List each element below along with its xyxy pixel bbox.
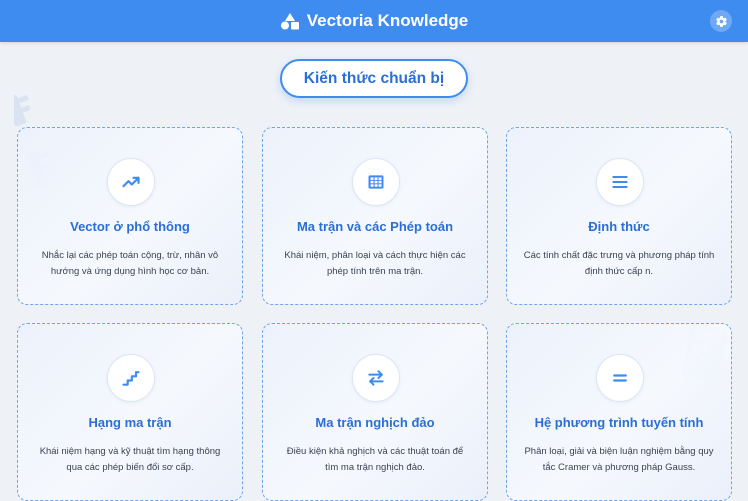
stairs-icon [122,371,140,386]
card-description: Khái niệm, phân loại và cách thực hiện c… [284,250,466,277]
card-icon-circle [107,354,155,402]
card-title: Hạng ma trận [88,415,172,430]
card-icon-circle [596,354,644,402]
card-description: Phân loại, giải và biện luận nghiệm bằng… [524,446,714,473]
card-icon-circle [352,158,400,206]
grid-icon [368,175,384,189]
shapes-icon [280,13,299,30]
card-icon-circle [596,158,644,206]
card-title: Định thức [588,219,650,234]
card-description: Nhắc lại các phép toán cộng, trừ, nhân v… [41,250,219,277]
trending-up-icon [122,176,140,188]
card-icon-circle [107,158,155,206]
card-description: Điều kiện khả nghịch và các thuật toán đ… [286,446,464,473]
lines-icon [612,176,628,188]
card-vector-basics[interactable]: Vector ở phổ thông Nhắc lại các phép toá… [17,127,243,305]
card-determinant[interactable]: Định thức Các tính chất đặc trưng và phư… [506,127,732,305]
card-title: Ma trận nghịch đảo [315,415,435,430]
brand[interactable]: Vectoria Knowledge [280,11,469,31]
app-title: Vectoria Knowledge [306,11,469,30]
settings-button[interactable] [710,10,732,32]
card-description: Khái niệm hạng và kỹ thuật tìm hạng thôn… [39,446,221,473]
card-matrix-rank[interactable]: Hạng ma trận Khái niệm hạng và kỹ thuật … [17,323,243,501]
gear-icon [715,15,727,27]
section-title-button[interactable]: Kiến thức chuẩn bị [280,59,468,98]
card-title: Vector ở phổ thông [70,219,190,234]
card-inverse-matrix[interactable]: Ma trận nghịch đảo Điều kiện khả nghịch … [262,323,488,501]
card-icon-circle [352,354,400,402]
swap-arrows-icon [368,370,384,386]
card-title: Ma trận và các Phép toán [296,219,454,234]
card-description: Các tính chất đặc trưng và phương pháp t… [523,250,715,277]
card-matrix-operations[interactable]: Ma trận và các Phép toán Khái niệm, phân… [262,127,488,305]
card-title: Hệ phương trình tuyến tính [534,415,704,430]
card-linear-systems[interactable]: Hệ phương trình tuyến tính Phân loại, gi… [506,323,732,501]
app-header: Vectoria Knowledge [0,0,748,42]
equals-icon [613,374,627,382]
